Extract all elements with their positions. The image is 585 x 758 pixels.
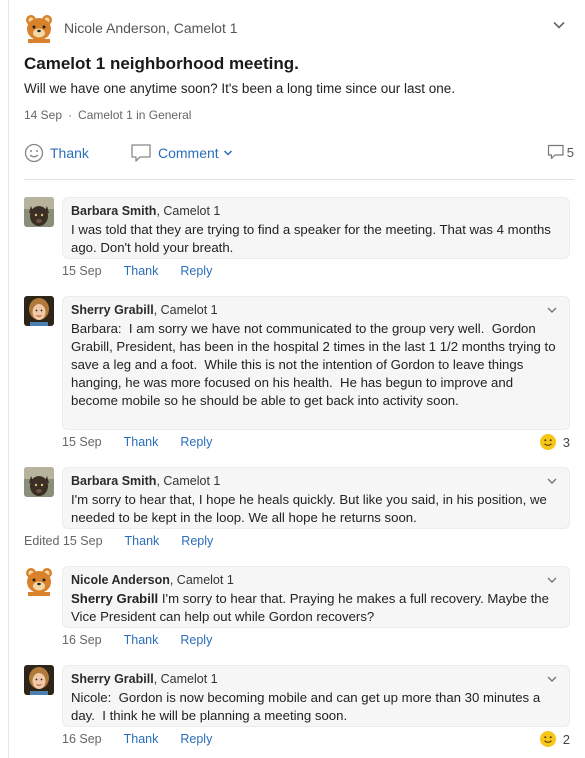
reply-author[interactable]: Sherry Grabill bbox=[71, 672, 154, 686]
reaction-count: 3 bbox=[562, 434, 570, 450]
reply-group: , Camelot 1 bbox=[153, 672, 218, 686]
reply-meta: Edited 15 Sep Thank Reply bbox=[24, 534, 213, 548]
reply-header: Sherry Grabill, Camelot 1 bbox=[71, 671, 561, 687]
speech-bubble-icon bbox=[131, 144, 151, 162]
reply-count-value: 5 bbox=[566, 144, 574, 160]
smile-reaction-icon bbox=[539, 434, 556, 450]
reply-reply-link[interactable]: Reply bbox=[180, 732, 212, 746]
mention-link[interactable]: Sherry Grabill bbox=[71, 591, 158, 606]
reaction-summary[interactable]: 2 bbox=[539, 730, 570, 748]
reply-thank-link[interactable]: Thank bbox=[124, 264, 159, 278]
reply-group: , Camelot 1 bbox=[156, 474, 221, 488]
reply-date: 15 Sep bbox=[62, 264, 102, 278]
reply-header: Barbara Smith, Camelot 1 bbox=[71, 203, 561, 219]
reply-meta: 16 Sep Thank Reply bbox=[62, 732, 212, 746]
reply-thank-link[interactable]: Thank bbox=[124, 633, 159, 647]
reply-author[interactable]: Nicole Anderson bbox=[71, 573, 170, 587]
reply-meta: 15 Sep Thank Reply bbox=[62, 435, 212, 449]
reply-header: Sherry Grabill, Camelot 1 bbox=[71, 302, 561, 318]
smiley-icon bbox=[24, 143, 44, 163]
reply-count-icon bbox=[547, 144, 564, 160]
reaction-count: 2 bbox=[562, 731, 570, 747]
reply-group: , Camelot 1 bbox=[156, 204, 221, 218]
reply-date: 16 Sep bbox=[62, 633, 102, 647]
reply-thank-link[interactable]: Thank bbox=[125, 534, 160, 548]
reply-meta: 16 Sep Thank Reply bbox=[62, 633, 212, 647]
comment-label: Comment bbox=[158, 145, 219, 161]
post-author[interactable]: Nicole Anderson, Camelot 1 bbox=[64, 20, 238, 36]
woman-avatar[interactable] bbox=[24, 296, 54, 326]
reply-group: , Camelot 1 bbox=[153, 303, 218, 317]
chevron-down-icon bbox=[223, 150, 232, 156]
reply-meta: 15 Sep Thank Reply bbox=[62, 264, 212, 278]
reply-date: 15 Sep bbox=[62, 435, 102, 449]
reply-header: Barbara Smith, Camelot 1 bbox=[71, 473, 561, 489]
dog-avatar[interactable] bbox=[24, 467, 54, 497]
post-meta: 14 Sep · Camelot 1 in General bbox=[24, 108, 191, 122]
chevron-down-icon[interactable] bbox=[545, 303, 559, 317]
reply-text: Barbara: I am sorry we have not communic… bbox=[71, 321, 560, 408]
bear-avatar[interactable] bbox=[24, 566, 54, 596]
bear-avatar[interactable] bbox=[24, 13, 54, 43]
dog-avatar[interactable] bbox=[24, 197, 54, 227]
reply-header: Nicole Anderson, Camelot 1 bbox=[71, 572, 561, 588]
reply-bubble: Barbara Smith, Camelot 1 I was told that… bbox=[62, 197, 570, 259]
post-header: Nicole Anderson, Camelot 1 bbox=[24, 13, 574, 43]
reply-reply-link[interactable]: Reply bbox=[180, 264, 212, 278]
post-location[interactable]: Camelot 1 in General bbox=[78, 108, 191, 122]
woman-avatar[interactable] bbox=[24, 665, 54, 695]
reply-reply-link[interactable]: Reply bbox=[181, 534, 213, 548]
reply-bubble: Sherry Grabill, Camelot 1 Barbara: I am … bbox=[62, 296, 570, 430]
chevron-down-icon[interactable] bbox=[545, 573, 559, 587]
reply-bubble: Barbara Smith, Camelot 1 I'm sorry to he… bbox=[62, 467, 570, 529]
reply-author[interactable]: Sherry Grabill bbox=[71, 303, 154, 317]
left-rule bbox=[8, 0, 9, 758]
meta-separator: · bbox=[68, 108, 73, 122]
reply-group: , Camelot 1 bbox=[169, 573, 234, 587]
reply-text: I was told that they are trying to find … bbox=[71, 222, 555, 255]
comment-button[interactable]: Comment bbox=[130, 142, 239, 164]
reaction-summary[interactable]: 3 bbox=[539, 433, 570, 451]
reply-bubble: Sherry Grabill, Camelot 1 Nicole: Gordon… bbox=[62, 665, 570, 727]
reply-date: 16 Sep bbox=[62, 732, 102, 746]
reply-author[interactable]: Barbara Smith bbox=[71, 204, 156, 218]
reply-thank-link[interactable]: Thank bbox=[124, 732, 159, 746]
reply-reply-link[interactable]: Reply bbox=[180, 633, 212, 647]
reply-text: Nicole: Gordon is now becoming mobile an… bbox=[71, 690, 544, 723]
reply-text: I'm sorry to hear that, I hope he heals … bbox=[71, 492, 551, 525]
smile-reaction-icon bbox=[539, 731, 556, 747]
reply-count[interactable]: 5 bbox=[547, 144, 574, 160]
thank-label: Thank bbox=[50, 145, 89, 161]
reply-thank-link[interactable]: Thank bbox=[124, 435, 159, 449]
reply-reply-link[interactable]: Reply bbox=[180, 435, 212, 449]
post-date[interactable]: 14 Sep bbox=[24, 108, 62, 122]
reply-author[interactable]: Barbara Smith bbox=[71, 474, 156, 488]
chevron-down-icon[interactable] bbox=[552, 18, 566, 32]
reply-date: Edited 15 Sep bbox=[24, 534, 103, 548]
post-actions: Thank Comment 5 bbox=[24, 142, 574, 166]
chevron-down-icon[interactable] bbox=[545, 474, 559, 488]
chevron-down-icon[interactable] bbox=[545, 672, 559, 686]
post-body: Will we have one anytime soon? It's been… bbox=[24, 81, 456, 96]
reply-bubble: Nicole Anderson, Camelot 1 Sherry Grabil… bbox=[62, 566, 570, 628]
divider bbox=[24, 179, 574, 180]
post-title: Camelot 1 neighborhood meeting. bbox=[24, 54, 299, 73]
reply-text: Sherry Grabill I'm sorry to hear that. P… bbox=[71, 590, 561, 626]
thank-button[interactable]: Thank bbox=[24, 142, 89, 164]
